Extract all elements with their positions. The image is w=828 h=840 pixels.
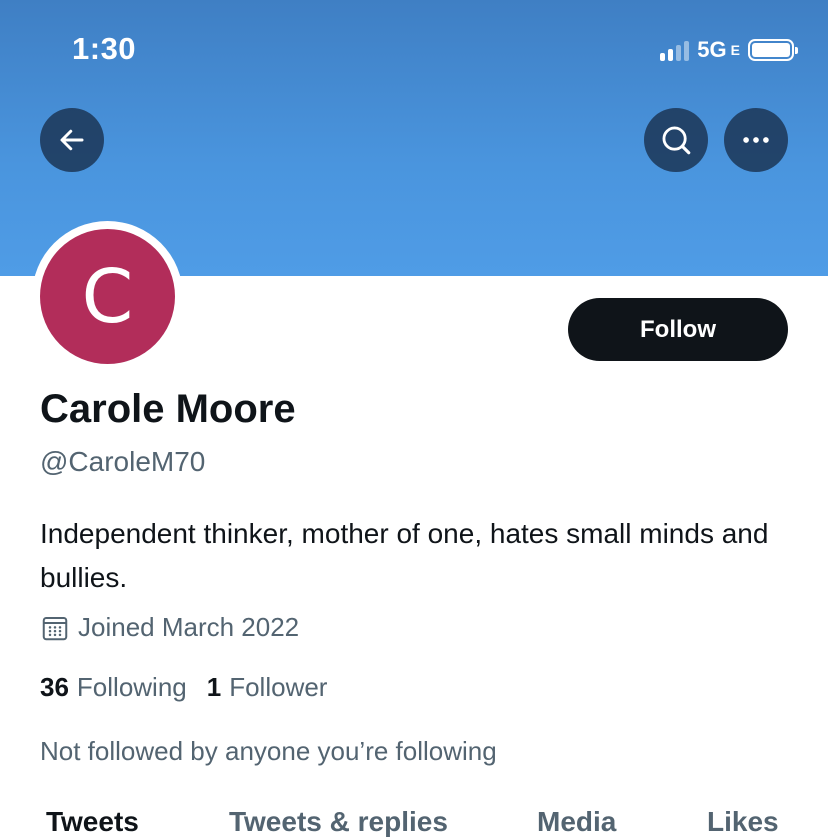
profile-name: Carole Moore — [40, 387, 296, 431]
joined-date: Joined March 2022 — [40, 612, 299, 643]
not-followed-note: Not followed by anyone you’re following — [40, 736, 497, 766]
arrow-left-icon — [60, 129, 84, 151]
calendar-icon — [42, 616, 68, 640]
profile-tabs: Tweets Tweets & replies Media Likes — [0, 806, 828, 840]
followers-count: 1 — [206, 672, 222, 702]
tab-media[interactable]: Media — [537, 806, 616, 838]
followers-link[interactable]: 1 Follower — [207, 672, 328, 703]
follow-stats: 36 Following 1 Follower — [40, 672, 327, 703]
tab-likes[interactable]: Likes — [707, 806, 779, 838]
more-options-button[interactable] — [724, 108, 788, 172]
battery-icon — [748, 39, 798, 61]
profile-handle: @CaroleM70 — [40, 446, 206, 477]
search-icon — [662, 126, 691, 155]
follow-button-label: Follow — [640, 315, 716, 343]
followers-label: Follower — [229, 672, 328, 702]
network-suffix: E — [730, 42, 740, 58]
tab-tweets[interactable]: Tweets — [46, 806, 139, 838]
status-time: 1:30 — [72, 31, 137, 66]
following-link[interactable]: 36 Following — [40, 672, 187, 703]
back-button[interactable] — [40, 108, 104, 172]
avatar-letter: C — [81, 253, 134, 340]
status-indicators: 5G E — [660, 36, 798, 64]
joined-text: Joined March 2022 — [78, 612, 300, 642]
more-horizontal-icon — [743, 137, 769, 143]
signal-strength-icon — [660, 39, 690, 61]
following-label: Following — [76, 672, 187, 702]
search-button[interactable] — [644, 108, 708, 172]
network-type: 5G — [697, 37, 727, 62]
following-count: 36 — [40, 672, 69, 702]
profile-bio: Independent thinker, mother of one, hate… — [40, 518, 769, 593]
tab-tweets-and-replies[interactable]: Tweets & replies — [229, 806, 448, 838]
follow-button[interactable]: Follow — [568, 298, 788, 361]
avatar[interactable]: C — [40, 229, 175, 364]
